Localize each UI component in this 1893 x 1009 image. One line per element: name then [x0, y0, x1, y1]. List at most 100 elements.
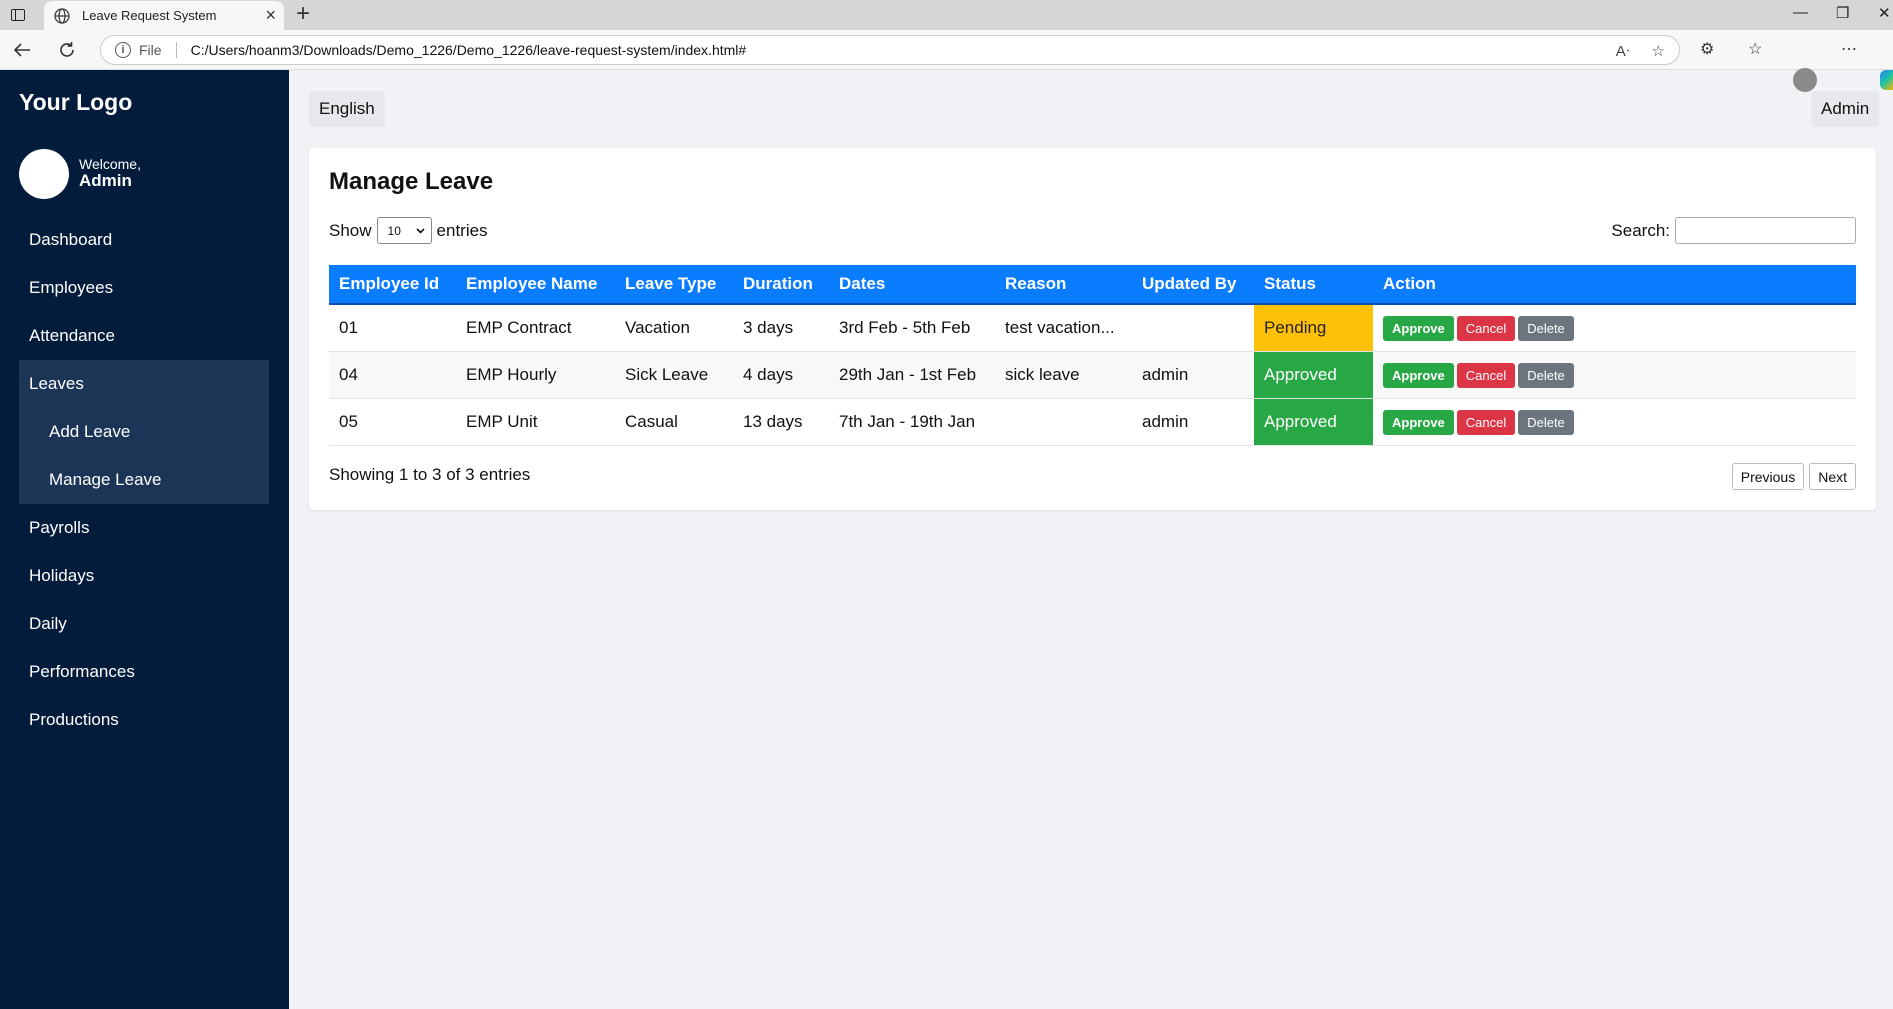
new-tab-icon[interactable]: +: [296, 1, 310, 27]
table-row: 04 EMP Hourly Sick Leave 4 days 29th Jan…: [329, 351, 1856, 399]
sidebar-item-daily[interactable]: Daily: [19, 600, 269, 648]
status-badge: Approved: [1254, 352, 1373, 398]
column-header[interactable]: Reason: [995, 265, 1132, 305]
status-badge: Approved: [1254, 399, 1373, 445]
globe-icon: [54, 7, 70, 24]
restore-icon[interactable]: ❐: [1836, 4, 1849, 22]
delete-button[interactable]: Delete: [1518, 315, 1574, 341]
manage-leave-card: Manage Leave Show 10 entries Search: Emp…: [309, 148, 1876, 510]
cell-reason: sick leave: [995, 351, 1132, 399]
tab-title: Leave Request System: [82, 8, 217, 23]
delete-button[interactable]: Delete: [1518, 362, 1574, 388]
cell-employee-name: EMP Contract: [456, 304, 615, 352]
page-size-select[interactable]: 10: [376, 217, 432, 244]
user-avatar: [19, 149, 69, 199]
cell-employee-name: EMP Hourly: [456, 351, 615, 399]
sidebar-item-holidays[interactable]: Holidays: [19, 552, 269, 600]
cancel-button[interactable]: Cancel: [1456, 409, 1516, 435]
url-field[interactable]: i File C:/Users/hoanm3/Downloads/Demo_12…: [100, 35, 1680, 65]
favorites-icon[interactable]: ☆: [1748, 39, 1762, 59]
table-header-row: Employee Id Employee Name Leave Type Dur…: [329, 265, 1856, 305]
cell-updated-by: admin: [1132, 351, 1254, 399]
column-header[interactable]: Employee Id: [329, 265, 456, 305]
back-icon[interactable]: [8, 38, 36, 62]
cell-actions: Approve Cancel Delete: [1373, 304, 1856, 352]
sidebar-item-productions[interactable]: Productions: [19, 696, 269, 744]
delete-button[interactable]: Delete: [1518, 409, 1574, 435]
cancel-button[interactable]: Cancel: [1456, 315, 1516, 341]
chevron-down-icon: [415, 227, 425, 234]
cell-employee-id: 05: [329, 398, 456, 446]
table-row: 05 EMP Unit Casual 13 days 7th Jan - 19t…: [329, 398, 1856, 446]
browser-tab-bar: Leave Request System × + — ❐ ✕: [0, 0, 1893, 30]
favorite-star-icon[interactable]: ☆: [1652, 42, 1665, 60]
url-divider: [175, 42, 177, 58]
table-row: 01 EMP Contract Vacation 3 days 3rd Feb …: [329, 304, 1856, 352]
column-header[interactable]: Dates: [829, 265, 995, 305]
page-title: Manage Leave: [329, 168, 494, 195]
cell-leave-type: Vacation: [615, 304, 733, 352]
search-label: Search:: [1611, 220, 1670, 240]
entries-label: entries: [436, 220, 488, 240]
cell-actions: Approve Cancel Delete: [1373, 398, 1856, 446]
browser-tab[interactable]: Leave Request System ×: [44, 1, 284, 30]
approve-button[interactable]: Approve: [1383, 362, 1454, 388]
sidebar-item-payrolls[interactable]: Payrolls: [19, 504, 269, 552]
more-menu-icon[interactable]: ⋯: [1841, 39, 1857, 59]
extensions-icon[interactable]: ⚙: [1700, 39, 1714, 59]
pagination: Previous Next: [1731, 463, 1856, 490]
cell-updated-by: [1132, 304, 1254, 352]
sidebar-nav: Dashboard Employees Attendance Leaves Ad…: [19, 216, 269, 744]
status-badge: Pending: [1254, 305, 1373, 351]
cell-employee-id: 04: [329, 351, 456, 399]
approve-button[interactable]: Approve: [1383, 409, 1454, 435]
cell-dates: 7th Jan - 19th Jan: [829, 398, 995, 446]
reload-icon[interactable]: [53, 38, 81, 62]
column-header[interactable]: Status: [1254, 265, 1373, 305]
read-aloud-icon[interactable]: Aᐧ: [1616, 42, 1630, 60]
search-control: Search:: [1611, 217, 1856, 244]
cell-reason: [995, 398, 1132, 446]
sidebar-item-attendance[interactable]: Attendance: [19, 312, 269, 360]
cell-updated-by: admin: [1132, 398, 1254, 446]
next-page-button[interactable]: Next: [1809, 463, 1856, 490]
column-header[interactable]: Duration: [733, 265, 829, 305]
cell-employee-name: EMP Unit: [456, 398, 615, 446]
search-input[interactable]: [1675, 217, 1856, 244]
page-size-value: 10: [387, 223, 401, 238]
tab-actions-icon[interactable]: [4, 2, 32, 28]
close-window-icon[interactable]: ✕: [1878, 4, 1891, 22]
sidebar: Your Logo Welcome, Admin Dashboard Emplo…: [0, 70, 289, 1009]
previous-page-button[interactable]: Previous: [1731, 463, 1805, 490]
cell-status: Approved: [1254, 398, 1373, 446]
welcome-user-name: Admin: [79, 171, 132, 190]
cancel-button[interactable]: Cancel: [1456, 362, 1516, 388]
copilot-icon[interactable]: [1880, 70, 1893, 90]
language-button[interactable]: English: [309, 91, 385, 127]
file-label: File: [139, 42, 162, 58]
page-size-control: Show 10 entries: [329, 217, 488, 244]
column-header[interactable]: Updated By: [1132, 265, 1254, 305]
profile-avatar[interactable]: [1793, 68, 1817, 92]
sidebar-item-leaves[interactable]: Leaves: [19, 360, 269, 408]
minimize-icon[interactable]: —: [1793, 4, 1808, 21]
cell-status: Approved: [1254, 351, 1373, 399]
sidebar-item-manage-leave[interactable]: Manage Leave: [19, 456, 269, 504]
welcome-text: Welcome,: [79, 156, 141, 172]
sidebar-group-leaves: Leaves Add Leave Manage Leave: [19, 360, 269, 504]
cell-actions: Approve Cancel Delete: [1373, 351, 1856, 399]
approve-button[interactable]: Approve: [1383, 315, 1454, 341]
sidebar-item-add-leave[interactable]: Add Leave: [19, 408, 269, 456]
column-header[interactable]: Action: [1373, 265, 1856, 305]
info-icon[interactable]: i: [115, 42, 131, 58]
cell-duration: 3 days: [733, 304, 829, 352]
column-header[interactable]: Employee Name: [456, 265, 615, 305]
sidebar-item-dashboard[interactable]: Dashboard: [19, 216, 269, 264]
user-menu-button[interactable]: Admin: [1811, 91, 1880, 127]
sidebar-item-employees[interactable]: Employees: [19, 264, 269, 312]
sidebar-item-performances[interactable]: Performances: [19, 648, 269, 696]
url-text: C:/Users/hoanm3/Downloads/Demo_1226/Demo…: [190, 42, 747, 58]
app-logo[interactable]: Your Logo: [19, 89, 132, 116]
column-header[interactable]: Leave Type: [615, 265, 733, 305]
close-tab-icon[interactable]: ×: [265, 6, 276, 24]
